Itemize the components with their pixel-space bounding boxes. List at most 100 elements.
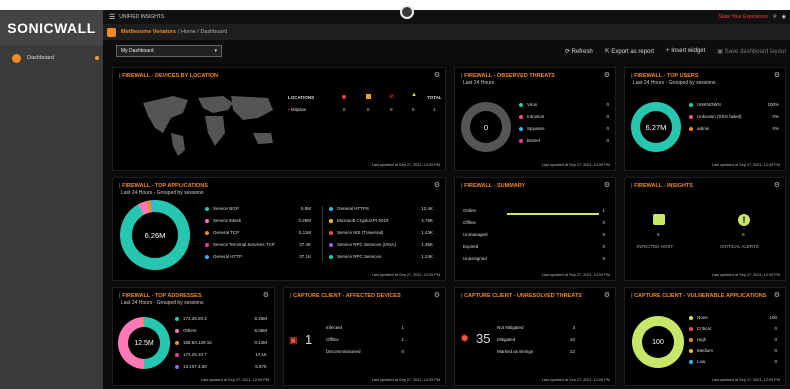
virus-icon: ✹ bbox=[460, 333, 470, 345]
legend-label: Service RPC Services bbox=[337, 254, 382, 259]
experience-link[interactable]: State Your Experience bbox=[718, 14, 767, 20]
legend-dot-icon bbox=[329, 206, 333, 211]
gear-icon[interactable]: ⚙ bbox=[774, 71, 780, 79]
legend-value: 1 bbox=[602, 208, 605, 213]
legend-value: 100 bbox=[769, 315, 777, 320]
legend-label: Offline bbox=[326, 337, 339, 342]
legend-label: Spyware bbox=[527, 126, 545, 131]
legend-item: Medium bbox=[689, 348, 713, 353]
infected-host-icon bbox=[653, 214, 665, 225]
gear-icon[interactable]: ⚙ bbox=[774, 291, 780, 299]
unresolved-count: 35 bbox=[476, 331, 491, 346]
legend-value: 0 bbox=[774, 359, 777, 364]
legend-item: Decommissioned bbox=[326, 349, 361, 354]
toolbar: My Dashboard ▾ ⟳ Refresh ⇱ Export as rep… bbox=[103, 40, 790, 62]
legend-value: 0 bbox=[602, 256, 605, 261]
applications-donut-center: 6.26M bbox=[132, 212, 178, 258]
save-layout-button[interactable]: ▣ Save dashboard layout bbox=[717, 48, 786, 55]
legend-dot-icon bbox=[329, 242, 333, 247]
location-value: 0 bbox=[390, 107, 393, 112]
legend-item: 13.107.4.50 bbox=[175, 364, 207, 369]
dashboard-select[interactable]: My Dashboard ▾ bbox=[116, 45, 222, 57]
widget-title: CAPTURE CLIENT - AFFECTED DEVICES bbox=[290, 293, 401, 299]
org-name[interactable]: Mettlesome Venators bbox=[121, 29, 176, 35]
legend-label: Low bbox=[697, 359, 706, 364]
legend-value: 0 bbox=[774, 348, 777, 353]
legend-value: 0% bbox=[772, 126, 779, 131]
legend-label: 13.107.4.50 bbox=[183, 364, 207, 369]
gear-icon[interactable]: ⚙ bbox=[604, 71, 610, 79]
legend-value: 0 bbox=[602, 244, 605, 249]
gear-icon[interactable]: ⚙ bbox=[774, 181, 780, 189]
legend-item: Mitigated bbox=[497, 337, 515, 342]
export-icon: ⇱ bbox=[604, 48, 610, 55]
widget-title: FIREWALL - TOP USERS bbox=[631, 73, 698, 79]
save-icon: ▣ bbox=[717, 48, 723, 55]
legend-item: None bbox=[689, 315, 708, 320]
legend-dot-icon bbox=[689, 114, 693, 119]
legend-dot-icon bbox=[689, 126, 693, 131]
widget-title: FIREWALL - TOP ADDRESSES bbox=[119, 293, 202, 299]
legend-dot-icon bbox=[689, 337, 693, 342]
gear-icon[interactable]: ⚙ bbox=[434, 291, 440, 299]
legend-dot-icon bbox=[329, 254, 333, 259]
refresh-button[interactable]: ⟳ Refresh bbox=[565, 48, 593, 55]
location-icon[interactable]: ⚲ bbox=[773, 14, 777, 20]
legend-item: General HTTP bbox=[205, 254, 242, 259]
divider bbox=[322, 206, 323, 262]
legend-dot-icon bbox=[175, 352, 179, 357]
col-locations: LOCATIONS bbox=[288, 95, 315, 100]
legend-label: General HTTPS bbox=[337, 206, 370, 211]
gear-icon[interactable]: ⚙ bbox=[604, 181, 610, 189]
menu-icon[interactable]: ☰ bbox=[109, 13, 115, 21]
legend-value: 0% bbox=[772, 114, 779, 119]
gear-icon[interactable]: ⚙ bbox=[263, 291, 269, 299]
widget-summary: FIREWALL - SUMMARY ⚙ Online 1 Offline 0 Unma… bbox=[454, 177, 616, 281]
legend-item: Infected bbox=[326, 325, 342, 330]
legend-label: General TCP bbox=[213, 230, 240, 235]
legend-dot-icon bbox=[175, 364, 179, 369]
legend-dot-icon bbox=[175, 316, 179, 321]
critical-alert-icon: ! bbox=[738, 214, 750, 226]
refresh-label: Refresh bbox=[571, 48, 593, 55]
gear-icon[interactable]: ⚙ bbox=[434, 181, 440, 189]
location-value: 0 bbox=[367, 107, 370, 112]
legend-label: Unmanaged bbox=[463, 232, 488, 237]
last-updated: Last updated at Sep 27, 2021, 12:09 PM bbox=[711, 273, 780, 277]
legend-label: General HTTP bbox=[213, 254, 243, 259]
widget-subtitle: Last 24 Hours - Grouped by sessions bbox=[121, 300, 204, 306]
widget-subtitle: Last 24 Hours - Grouped by sessions bbox=[121, 190, 204, 196]
export-button[interactable]: ⇱ Export as report bbox=[605, 48, 654, 55]
widget-top-users: FIREWALL - TOP USERS Last 24 Hours - Gro… bbox=[624, 67, 786, 171]
legend-item: Spyware bbox=[519, 126, 545, 131]
sidebar-item-dashboard[interactable]: Dashboard bbox=[0, 50, 103, 66]
legend-item: High bbox=[689, 337, 706, 342]
legend-dot-icon bbox=[329, 218, 333, 223]
breadcrumb: Mettlesome Venators / Home / Dashboard bbox=[103, 24, 790, 40]
legend-item: Unmanaged bbox=[463, 232, 488, 237]
top-header: ☰ UNIFIED INSIGHTS State Your Experience… bbox=[103, 10, 790, 24]
breadcrumb-path[interactable]: / Home / Dashboard bbox=[178, 29, 227, 35]
legend-label: 172.29.10.7 bbox=[183, 352, 207, 357]
legend-label: Service iMesh bbox=[213, 218, 242, 223]
location-row-milpitas[interactable]: ▪ Milpitas bbox=[288, 107, 306, 112]
legend-item: Intrusion bbox=[519, 114, 544, 119]
legend-value: 5.8M bbox=[300, 206, 311, 211]
app-title: UNIFIED INSIGHTS bbox=[119, 14, 165, 20]
legend-dot-icon bbox=[519, 102, 523, 107]
legend-item: Critical bbox=[689, 326, 711, 331]
legend-value: 0.11M bbox=[298, 230, 311, 235]
insert-widget-button[interactable]: + Insert widget bbox=[666, 48, 705, 54]
legend-dot-icon bbox=[205, 254, 209, 259]
gear-icon[interactable]: ⚙ bbox=[604, 291, 610, 299]
legend-value: 4.78K bbox=[421, 218, 433, 223]
legend-label: Critical bbox=[697, 326, 711, 331]
last-updated: Last updated at Sep 27, 2021, 12:09 PM bbox=[711, 163, 780, 167]
legend-label: Microsoft CryptoAPI-2019 bbox=[337, 218, 389, 223]
user-icon[interactable]: ◉ bbox=[782, 14, 786, 20]
legend-item: Online bbox=[463, 208, 476, 213]
legend-item: Service iMesh bbox=[205, 218, 241, 223]
gear-icon[interactable]: ⚙ bbox=[434, 71, 440, 79]
widget-top-applications: FIREWALL - TOP APPLICATIONS Last 24 Hour… bbox=[112, 177, 446, 281]
location-name: Milpitas bbox=[290, 107, 307, 112]
